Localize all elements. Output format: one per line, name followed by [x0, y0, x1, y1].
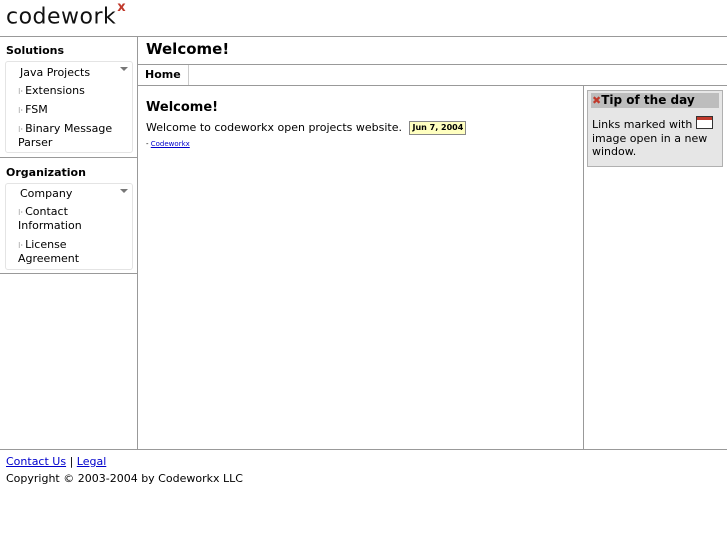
sidebar-menu-solutions: Java Projects ⁝· Extensions ⁝· FSM ⁝· Binar…	[5, 61, 133, 153]
bullet-icon: ⁝·	[18, 208, 24, 217]
sidebar-right-border	[137, 36, 138, 449]
tip-header: ✖Tip of the day	[591, 93, 719, 108]
logo-x-mark: x	[117, 0, 127, 15]
footer-links: Contact Us | Legal	[6, 455, 106, 468]
footer-separator: |	[69, 455, 74, 468]
sidebar-item-binary-message-parser[interactable]: ⁝· Binary Message Parser	[18, 122, 128, 149]
sidebar-item-contact-information[interactable]: ⁝· Contact Information	[18, 205, 128, 232]
welcome-line: Welcome to codeworkx open projects websi…	[146, 121, 467, 135]
new-window-icon	[695, 116, 713, 129]
sidebar-item-extensions[interactable]: ⁝· Extensions	[18, 84, 128, 98]
tip-text-after: image open in a new window.	[592, 131, 708, 159]
site-logo[interactable]: codeworkx	[6, 0, 126, 30]
codeworkx-link[interactable]: Codeworkx	[151, 140, 190, 148]
copyright-text: Copyright © 2003-2004 by Codeworkx LLC	[6, 472, 243, 485]
tab-home[interactable]: Home	[138, 65, 189, 85]
sidebar-item-license-agreement[interactable]: ⁝· License Agreement	[18, 238, 128, 265]
bullet-icon: ⁝·	[18, 87, 24, 96]
sidebar-menu-organization: Company ⁝· Contact Information ⁝· License …	[5, 183, 133, 270]
close-x-icon[interactable]: ✖	[592, 94, 601, 107]
tab-divider	[137, 85, 727, 86]
tip-text-before: Links marked with	[592, 118, 693, 131]
sidebar-item-fsm[interactable]: ⁝· FSM	[18, 103, 128, 117]
sidebar-section-title-solutions: Solutions	[6, 44, 65, 57]
sidebar-item-label: FSM	[25, 103, 48, 116]
footer-divider	[0, 449, 727, 450]
sidebar-group-java-projects[interactable]: Java Projects	[20, 66, 90, 79]
tip-of-the-day-box: ✖Tip of the day Links marked with image …	[587, 90, 723, 167]
chevron-down-icon[interactable]	[120, 189, 128, 193]
sidebar-bottom-divider	[0, 273, 137, 274]
tip-text: Links marked with image open in a new wi…	[592, 116, 720, 159]
bullet-icon: ⁝·	[18, 106, 24, 115]
header-divider	[0, 36, 727, 37]
welcome-text: Welcome to codeworkx open projects websi…	[146, 121, 402, 134]
codeworkx-link-line: - Codeworkx	[146, 140, 190, 148]
sidebar-group-company[interactable]: Company	[20, 187, 72, 200]
logo-text: codework	[6, 4, 117, 30]
sidebar-item-label: Binary Message Parser	[18, 122, 113, 149]
tip-title: Tip of the day	[601, 93, 695, 107]
sidebar-divider	[0, 157, 137, 158]
sidebar-section-title-organization: Organization	[6, 166, 86, 179]
contact-us-link[interactable]: Contact Us	[6, 455, 66, 468]
date-badge: Jun 7, 2004	[409, 121, 467, 135]
bullet-icon: ⁝·	[18, 241, 24, 250]
chevron-down-icon[interactable]	[120, 67, 128, 71]
page-title: Welcome!	[146, 40, 230, 58]
legal-link[interactable]: Legal	[77, 455, 106, 468]
bullet-icon: ⁝·	[18, 125, 24, 134]
content-heading: Welcome!	[146, 100, 219, 115]
sidebar-item-label: Extensions	[25, 84, 85, 97]
sidebar-item-label: License Agreement	[18, 238, 80, 265]
sidebar-item-label: Contact Information	[18, 205, 82, 232]
tip-column-border	[583, 86, 584, 449]
title-divider	[137, 64, 727, 65]
